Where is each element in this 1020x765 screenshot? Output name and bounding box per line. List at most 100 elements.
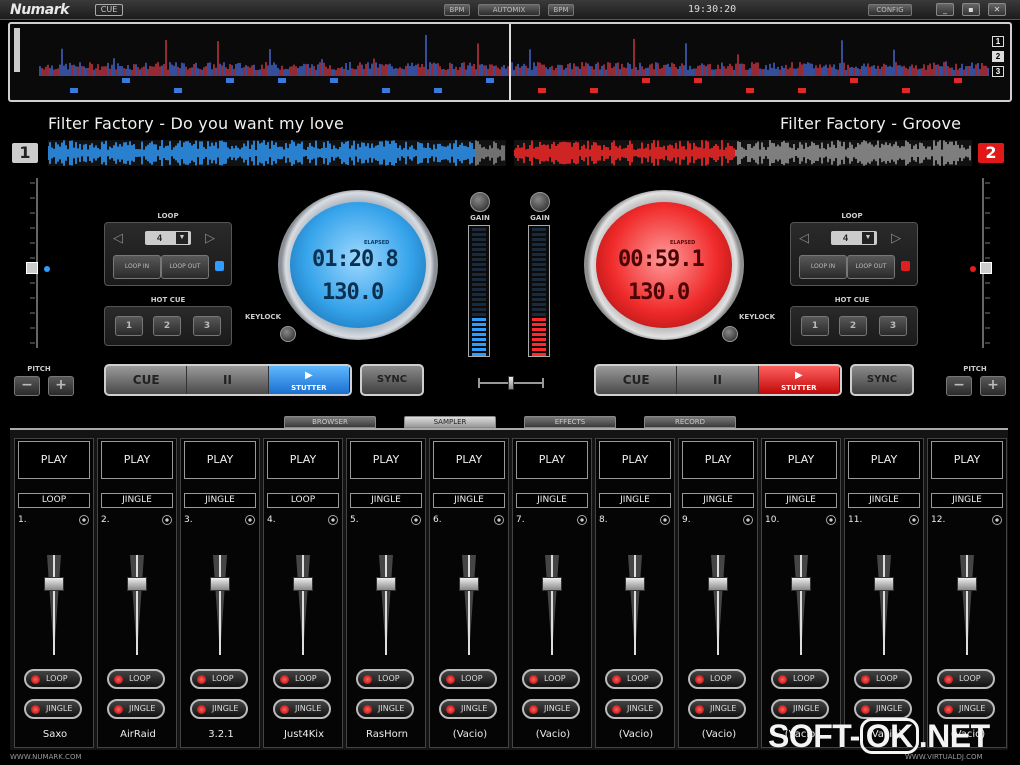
deck1-loop-in-button[interactable]: LOOP IN <box>113 255 161 279</box>
sampler-type-select[interactable]: LOOP <box>267 493 339 508</box>
config-button[interactable]: CONFIG <box>868 4 912 16</box>
sampler-type-select[interactable]: JINGLE <box>433 493 505 508</box>
sampler-jingle-button[interactable]: JINGLE <box>937 699 995 719</box>
numark-url[interactable]: WWW.NUMARK.COM <box>10 753 82 761</box>
sampler-loop-button[interactable]: LOOP <box>854 669 912 689</box>
deck1-keylock-button[interactable] <box>280 326 296 342</box>
sampler-settings-icon[interactable] <box>79 515 89 525</box>
sampler-play-button[interactable]: PLAY <box>848 441 920 479</box>
sampler-jingle-button[interactable]: JINGLE <box>688 699 746 719</box>
deck2-hotcue-1-button[interactable]: 1 <box>801 316 829 336</box>
sampler-type-select[interactable]: JINGLE <box>765 493 837 508</box>
deck1-pitch-handle[interactable] <box>26 262 38 274</box>
sampler-settings-icon[interactable] <box>660 515 670 525</box>
sampler-settings-icon[interactable] <box>577 515 587 525</box>
sampler-type-select[interactable]: JINGLE <box>848 493 920 508</box>
close-icon[interactable]: ✕ <box>988 3 1006 16</box>
deck2-keylock-button[interactable] <box>722 326 738 342</box>
deck1-pitch-minus-button[interactable]: − <box>14 376 40 396</box>
sampler-fader-handle[interactable] <box>708 577 728 591</box>
deck1-cue-button[interactable]: CUE <box>106 366 188 394</box>
sampler-jingle-button[interactable]: JINGLE <box>605 699 663 719</box>
deck2-loop-forward-icon[interactable]: ▷ <box>891 231 901 246</box>
sampler-play-button[interactable]: PLAY <box>931 441 1003 479</box>
automix-button[interactable]: AUTOMIX <box>478 4 540 16</box>
deck2-loop-in-button[interactable]: LOOP IN <box>799 255 847 279</box>
deck2-cue-button[interactable]: CUE <box>596 366 678 394</box>
deck2-pitch-minus-button[interactable]: − <box>946 376 972 396</box>
sampler-settings-icon[interactable] <box>328 515 338 525</box>
deck2-pause-button[interactable]: II <box>677 366 759 394</box>
deck1-loop-back-icon[interactable]: ◁ <box>113 231 123 246</box>
deck1-hotcue-2-button[interactable]: 2 <box>153 316 181 336</box>
sampler-volume-fader[interactable] <box>459 555 479 655</box>
sampler-settings-icon[interactable] <box>162 515 172 525</box>
maximize-icon[interactable]: ▪ <box>962 3 980 16</box>
sampler-type-select[interactable]: JINGLE <box>931 493 1003 508</box>
deck1-loop-lock-icon[interactable] <box>215 261 224 271</box>
gain-right-knob[interactable] <box>530 192 550 212</box>
deck2-waveform[interactable] <box>513 140 972 166</box>
tab-record[interactable]: RECORD <box>644 416 736 428</box>
sampler-play-button[interactable]: PLAY <box>18 441 90 479</box>
sampler-volume-fader[interactable] <box>791 555 811 655</box>
sampler-jingle-button[interactable]: JINGLE <box>190 699 248 719</box>
deck2-pitch-slider[interactable] <box>970 178 992 348</box>
sampler-loop-button[interactable]: LOOP <box>522 669 580 689</box>
minimize-icon[interactable]: _ <box>936 3 954 16</box>
sampler-fader-handle[interactable] <box>542 577 562 591</box>
sampler-volume-fader[interactable] <box>44 555 64 655</box>
gain-left-knob[interactable] <box>470 192 490 212</box>
sampler-volume-fader[interactable] <box>210 555 230 655</box>
sampler-type-select[interactable]: JINGLE <box>184 493 256 508</box>
sampler-type-select[interactable]: JINGLE <box>101 493 173 508</box>
deck2-loop-back-icon[interactable]: ◁ <box>799 231 809 246</box>
sampler-play-button[interactable]: PLAY <box>765 441 837 479</box>
sampler-settings-icon[interactable] <box>245 515 255 525</box>
sampler-type-select[interactable]: JINGLE <box>682 493 754 508</box>
sampler-fader-handle[interactable] <box>127 577 147 591</box>
bpm-left-button[interactable]: BPM <box>444 4 470 16</box>
sampler-fader-handle[interactable] <box>874 577 894 591</box>
sampler-jingle-button[interactable]: JINGLE <box>522 699 580 719</box>
crossfader[interactable] <box>478 376 544 390</box>
sampler-fader-handle[interactable] <box>210 577 230 591</box>
sampler-volume-fader[interactable] <box>542 555 562 655</box>
tab-browser[interactable]: BROWSER <box>284 416 376 428</box>
marker-2-button[interactable]: 2 <box>992 51 1004 62</box>
sampler-loop-button[interactable]: LOOP <box>688 669 746 689</box>
deck1-loop-out-button[interactable]: LOOP OUT <box>161 255 209 279</box>
sampler-jingle-button[interactable]: JINGLE <box>107 699 165 719</box>
sampler-jingle-button[interactable]: JINGLE <box>273 699 331 719</box>
sampler-loop-button[interactable]: LOOP <box>107 669 165 689</box>
deck1-loop-select[interactable]: 4 ▼ <box>145 231 191 245</box>
sampler-fader-handle[interactable] <box>625 577 645 591</box>
sampler-volume-fader[interactable] <box>708 555 728 655</box>
deck1-play-button[interactable]: ▶ STUTTER <box>268 366 350 394</box>
sampler-loop-button[interactable]: LOOP <box>356 669 414 689</box>
sampler-type-select[interactable]: JINGLE <box>599 493 671 508</box>
marker-3-button[interactable]: 3 <box>992 66 1004 77</box>
deck1-hotcue-3-button[interactable]: 3 <box>193 316 221 336</box>
deck1-sync-button[interactable]: SYNC <box>360 364 424 396</box>
sampler-jingle-button[interactable]: JINGLE <box>356 699 414 719</box>
sampler-fader-handle[interactable] <box>957 577 977 591</box>
sampler-play-button[interactable]: PLAY <box>599 441 671 479</box>
sampler-jingle-button[interactable]: JINGLE <box>854 699 912 719</box>
waveform-overview[interactable]: 1 2 3 <box>8 22 1012 102</box>
sampler-play-button[interactable]: PLAY <box>184 441 256 479</box>
sampler-play-button[interactable]: PLAY <box>350 441 422 479</box>
sampler-settings-icon[interactable] <box>992 515 1002 525</box>
deck2-loop-lock-icon[interactable] <box>901 261 910 271</box>
deck2-pitch-handle[interactable] <box>980 262 992 274</box>
deck1-jog-wheel[interactable]: ELAPSED 01:20.8 130.0 <box>278 190 438 340</box>
sampler-fader-handle[interactable] <box>459 577 479 591</box>
bpm-right-button[interactable]: BPM <box>548 4 574 16</box>
sampler-settings-icon[interactable] <box>494 515 504 525</box>
sampler-volume-fader[interactable] <box>293 555 313 655</box>
crossfader-handle[interactable] <box>508 376 514 390</box>
sampler-play-button[interactable]: PLAY <box>433 441 505 479</box>
sampler-jingle-button[interactable]: JINGLE <box>439 699 497 719</box>
sampler-type-select[interactable]: LOOP <box>18 493 90 508</box>
deck2-loop-select[interactable]: 4 ▼ <box>831 231 877 245</box>
